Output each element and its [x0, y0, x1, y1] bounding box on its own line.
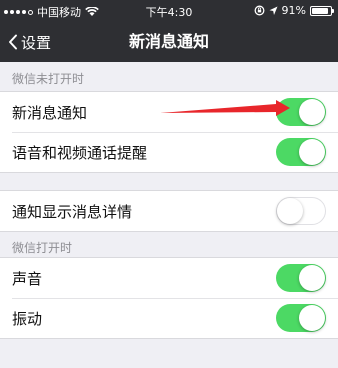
- section-header-app-closed: 微信未打开时: [12, 72, 85, 86]
- navigation-bar: 设置 新消息通知: [0, 22, 338, 62]
- setting-row-new-message-notification: 新消息通知: [0, 92, 338, 132]
- battery-icon: [310, 5, 334, 16]
- battery-fill: [312, 7, 329, 14]
- battery-percent: 91%: [281, 4, 306, 17]
- page-title: 新消息通知: [128, 32, 209, 51]
- location-icon: [269, 6, 278, 15]
- toggle-knob: [299, 139, 325, 165]
- status-bar: 中国移动 下午4:30 91%: [0, 0, 338, 22]
- toggle-knob: [299, 305, 325, 331]
- setting-label: 新消息通知: [12, 103, 88, 122]
- show-message-details-toggle[interactable]: [276, 197, 326, 225]
- rotation-lock-icon: [254, 5, 264, 16]
- status-right: 91%: [254, 4, 334, 17]
- setting-row-vibration: 振动: [0, 298, 338, 338]
- setting-label: 语音和视频通话提醒: [12, 143, 148, 162]
- toggle-knob: [277, 198, 303, 224]
- setting-row-show-message-details: 通知显示消息详情: [0, 191, 338, 231]
- setting-label: 振动: [12, 309, 43, 328]
- vibration-toggle[interactable]: [276, 304, 326, 332]
- setting-label: 声音: [12, 269, 43, 288]
- setting-row-sound: 声音: [0, 258, 338, 298]
- section-header-app-open: 微信打开时: [12, 241, 73, 255]
- settings-group-app-closed: 新消息通知 语音和视频通话提醒: [0, 91, 338, 173]
- setting-label: 通知显示消息详情: [12, 202, 133, 221]
- setting-row-call-reminder: 语音和视频通话提醒: [0, 132, 338, 172]
- sound-toggle[interactable]: [276, 264, 326, 292]
- settings-group-app-open: 声音 振动: [0, 257, 338, 339]
- new-message-notification-toggle[interactable]: [276, 98, 326, 126]
- call-reminder-toggle[interactable]: [276, 138, 326, 166]
- settings-group-message-details: 通知显示消息详情: [0, 190, 338, 232]
- toggle-knob: [299, 265, 325, 291]
- toggle-knob: [299, 99, 325, 125]
